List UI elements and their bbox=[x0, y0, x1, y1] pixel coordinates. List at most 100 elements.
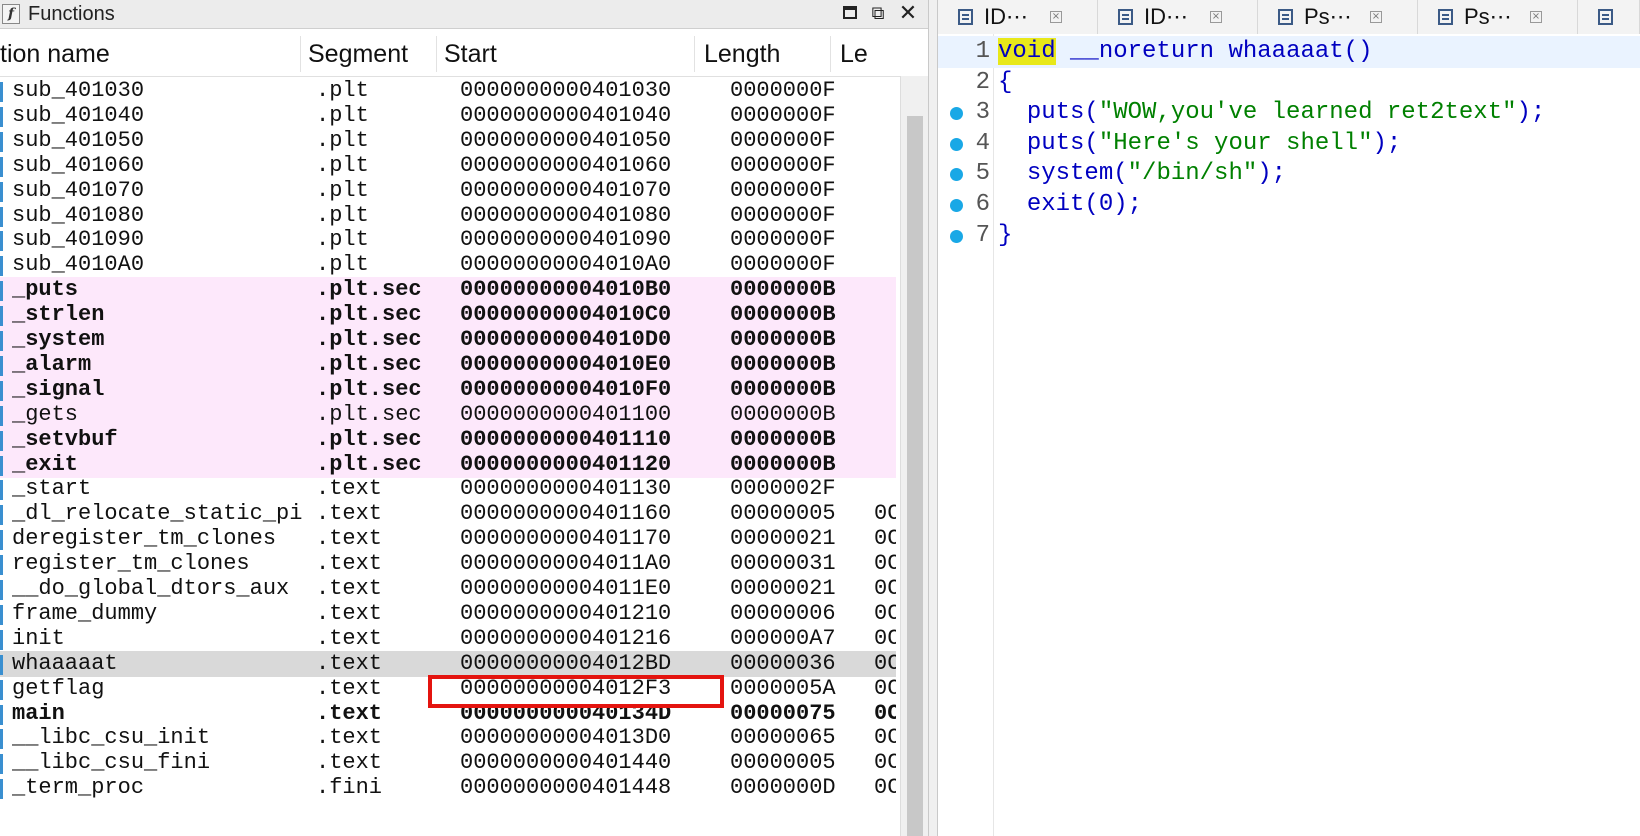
tab-ida-view-1[interactable]: ID⋯ × bbox=[938, 0, 1098, 34]
function-row[interactable]: sub_401070 .plt 0000000000401070 0000000F bbox=[0, 178, 896, 204]
function-row[interactable]: __do_global_dtors_aux .text 00000000004011… bbox=[0, 576, 896, 602]
function-row[interactable]: _exit .plt.sec 0000000000401120 0000000B bbox=[0, 452, 896, 478]
segment-cell: .plt bbox=[316, 80, 369, 103]
function-row[interactable]: _strlen .plt.sec 00000000004010C0 0000000B bbox=[0, 302, 896, 328]
tab-ida-view-2[interactable]: ID⋯ × bbox=[1098, 0, 1258, 34]
function-row[interactable]: init .text 0000000000401216 000000A7 0C bbox=[0, 626, 896, 652]
function-name-cell: _exit bbox=[12, 452, 79, 477]
tab-pseudocode-1[interactable]: Ps⋯ × bbox=[1258, 0, 1418, 34]
function-row[interactable]: sub_401040 .plt 0000000000401040 0000000F bbox=[0, 103, 896, 129]
code-line[interactable]: 3 puts("WOW,you've learned ret2text"); bbox=[938, 97, 1640, 129]
function-row[interactable]: _alarm .plt.sec 00000000004010E0 0000000B bbox=[0, 352, 896, 378]
breakpoint-dot-icon[interactable] bbox=[950, 107, 963, 121]
code-line[interactable]: 2{ bbox=[938, 67, 1640, 99]
code-text: { bbox=[998, 68, 1013, 96]
row-marker bbox=[0, 431, 3, 451]
tab-close-icon[interactable]: × bbox=[1530, 11, 1542, 23]
function-name-cell: getflag bbox=[12, 676, 105, 701]
function-row[interactable]: register_tm_clones .text 00000000004011A0 0… bbox=[0, 551, 896, 577]
code-line[interactable]: 5 system("/bin/sh"); bbox=[938, 158, 1640, 190]
function-row[interactable]: __libc_csu_init .text 00000000004013D0 0000… bbox=[0, 725, 896, 751]
breakpoint-dot-icon[interactable] bbox=[950, 137, 963, 151]
start-address-cell: 00000000004010F0 bbox=[460, 377, 672, 402]
tab-pseudocode-2[interactable]: Ps⋯ × bbox=[1418, 0, 1578, 34]
function-row[interactable]: _system .plt.sec 00000000004010D0 0000000B bbox=[0, 327, 896, 353]
code-text: puts("WOW,you've learned ret2text"); bbox=[1026, 99, 1546, 127]
length-cell: 00000005 bbox=[730, 501, 836, 526]
start-address-cell: 00000000004012BD bbox=[460, 651, 672, 676]
pseudocode-editor[interactable]: 1 void __noreturn whaaaaat() 2{3 puts("WOW… bbox=[938, 34, 1640, 836]
column-divider[interactable] bbox=[300, 36, 301, 72]
column-header-segment[interactable]: Segment bbox=[308, 32, 436, 76]
code-line[interactable]: 4 puts("Here's your shell"); bbox=[938, 128, 1640, 160]
maximize-button[interactable] bbox=[838, 2, 862, 26]
vertical-scrollbar[interactable] bbox=[900, 76, 928, 836]
function-row[interactable]: sub_401030 .plt 0000000000401030 0000000F bbox=[0, 80, 896, 104]
function-row[interactable]: _gets .plt.sec 0000000000401100 0000000B bbox=[0, 402, 896, 428]
column-divider[interactable] bbox=[436, 36, 437, 72]
code-line[interactable]: 7} bbox=[938, 220, 1640, 252]
code-line[interactable]: 1 void __noreturn whaaaaat() bbox=[938, 36, 1640, 68]
code-text: void __noreturn whaaaaat() bbox=[998, 38, 1373, 65]
function-row[interactable]: _setvbuf .plt.sec 0000000000401110 0000000B bbox=[0, 427, 896, 453]
function-name-cell: sub_401070 bbox=[12, 178, 145, 203]
column-header-length[interactable]: Length bbox=[704, 32, 830, 76]
function-name-cell: __libc_csu_fini bbox=[12, 750, 211, 775]
tab-close-icon[interactable]: × bbox=[1210, 11, 1222, 23]
function-row[interactable]: sub_401090 .plt 0000000000401090 0000000F bbox=[0, 227, 896, 253]
function-name-cell: sub_4010A0 bbox=[12, 252, 145, 277]
function-name-cell: sub_401040 bbox=[12, 103, 145, 128]
breakpoint-dot-icon[interactable] bbox=[950, 168, 963, 182]
start-address-cell: 00000000004010B0 bbox=[460, 277, 672, 302]
length-cell: 00000021 bbox=[730, 526, 836, 551]
breakpoint-dot-icon[interactable] bbox=[950, 199, 963, 212]
start-address-cell: 0000000000401160 bbox=[460, 501, 672, 526]
start-address-highlight-box bbox=[428, 675, 724, 708]
function-row[interactable]: frame_dummy .text 0000000000401210 00000006… bbox=[0, 601, 896, 627]
row-marker bbox=[0, 82, 3, 102]
tab-close-icon[interactable]: × bbox=[1370, 11, 1382, 23]
tab-label: ID⋯ bbox=[1144, 4, 1188, 29]
row-marker bbox=[0, 555, 3, 575]
function-row[interactable]: sub_401080 .plt 0000000000401080 0000000F bbox=[0, 203, 896, 229]
function-row[interactable]: sub_401050 .plt 0000000000401050 0000000F bbox=[0, 128, 896, 154]
function-row[interactable]: deregister_tm_clones .text 000000000040117… bbox=[0, 526, 896, 552]
pane-splitter[interactable] bbox=[928, 0, 938, 836]
function-row[interactable]: sub_4010A0 .plt 00000000004010A0 0000000F bbox=[0, 252, 896, 278]
float-button[interactable]: ⧉ bbox=[866, 2, 890, 26]
start-address-cell: 00000000004010E0 bbox=[460, 352, 672, 377]
function-row[interactable]: sub_401060 .plt 0000000000401060 0000000F bbox=[0, 153, 896, 179]
length-cell: 00000006 bbox=[730, 601, 836, 626]
function-row[interactable]: whaaaaat .text 00000000004012BD 00000036 0C bbox=[0, 651, 896, 677]
function-name-cell: deregister_tm_clones bbox=[12, 526, 277, 551]
scrollbar-thumb[interactable] bbox=[907, 116, 923, 836]
function-row[interactable]: _dl_relocate_static_pie .text 000000000040… bbox=[0, 501, 896, 527]
row-marker bbox=[0, 231, 3, 251]
function-row[interactable]: _start .text 0000000000401130 0000002F bbox=[0, 476, 896, 502]
column-header-start[interactable]: Start bbox=[444, 32, 694, 76]
tab-close-icon[interactable]: × bbox=[1050, 11, 1062, 23]
function-row[interactable]: _term_proc .fini 0000000000401448 0000000D 0… bbox=[0, 775, 896, 801]
code-line[interactable]: 6 exit(0); bbox=[938, 189, 1640, 221]
line-number: 1 bbox=[975, 38, 990, 65]
line-number: 6 bbox=[975, 191, 990, 218]
column-divider[interactable] bbox=[694, 36, 695, 72]
segment-cell: .text bbox=[316, 651, 383, 676]
row-marker bbox=[0, 406, 3, 426]
column-header-function-name[interactable]: tion name bbox=[0, 32, 300, 76]
function-row[interactable]: __libc_csu_fini .text 0000000000401440 0000… bbox=[0, 750, 896, 776]
column-header-locals[interactable]: Le bbox=[840, 32, 900, 76]
segment-cell: .text bbox=[316, 750, 383, 775]
row-marker bbox=[0, 182, 3, 202]
function-row[interactable]: _signal .plt.sec 00000000004010F0 0000000B bbox=[0, 377, 896, 403]
breakpoint-dot-icon[interactable] bbox=[950, 229, 963, 243]
function-row[interactable]: _puts .plt.sec 00000000004010B0 0000000B bbox=[0, 277, 896, 303]
column-divider[interactable] bbox=[830, 36, 831, 72]
locals-cell: 0C bbox=[874, 725, 896, 750]
start-address-cell: 0000000000401130 bbox=[460, 476, 672, 501]
tab-overflow[interactable] bbox=[1578, 0, 1640, 34]
length-cell: 00000031 bbox=[730, 551, 836, 576]
close-button[interactable]: ✕ bbox=[896, 2, 920, 26]
document-icon bbox=[958, 9, 973, 25]
start-address-cell: 0000000000401440 bbox=[460, 750, 672, 775]
